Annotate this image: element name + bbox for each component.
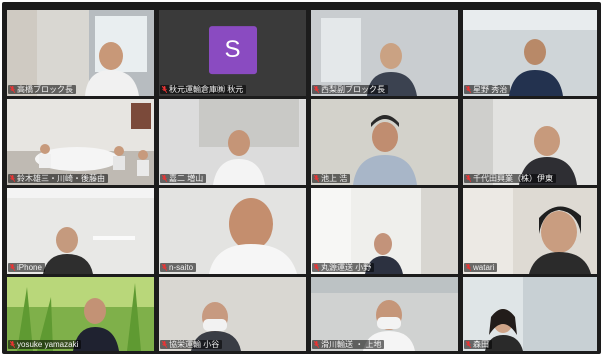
participant-video <box>7 188 154 274</box>
participant-video <box>311 10 458 96</box>
mic-muted-icon <box>162 175 167 182</box>
mic-muted-icon <box>10 175 15 182</box>
participant-tile[interactable]: 滑川輸送 ・ 上地 <box>311 277 458 351</box>
participant-name-label: 星野 秀治 <box>464 85 511 94</box>
participant-tile[interactable]: watari <box>463 188 597 274</box>
mic-muted-icon <box>314 264 319 271</box>
mic-muted-icon <box>162 264 167 271</box>
participant-name-label: watari <box>464 263 498 272</box>
participant-name: 協栄運輸 小谷 <box>169 340 220 349</box>
participant-name-label: n-saito <box>160 263 197 272</box>
participant-name: watari <box>473 263 495 272</box>
participant-video <box>463 188 597 274</box>
participant-name: 滑川輸送 ・ 上地 <box>321 340 382 349</box>
participant-name-label: 滑川輸送 ・ 上地 <box>312 340 385 349</box>
mic-muted-icon <box>10 86 15 93</box>
participant-tile[interactable]: iPhone <box>7 188 154 274</box>
participant-name-label: yosuke yamazaki <box>8 340 82 349</box>
participant-video <box>7 99 154 185</box>
participant-video <box>7 10 154 96</box>
participant-name: 森田 <box>473 340 489 349</box>
mic-muted-icon <box>10 264 15 271</box>
mic-muted-icon <box>466 341 471 348</box>
mic-muted-icon <box>162 341 167 348</box>
participant-tile[interactable]: 丸源運送 小野 <box>311 188 458 274</box>
participant-name-label: 森田 <box>464 340 492 349</box>
participant-tile[interactable]: 協栄運輸 小谷 <box>159 277 306 351</box>
participant-video <box>311 188 458 274</box>
participant-name-label: 西梨副ブロック長 <box>312 85 388 94</box>
mic-muted-icon <box>466 175 471 182</box>
participant-name: yosuke yamazaki <box>17 340 79 349</box>
mic-muted-icon <box>314 175 319 182</box>
participant-name: 嘉二 増山 <box>169 174 204 183</box>
participant-name-label: 丸源運送 小野 <box>312 263 375 272</box>
participant-tile[interactable]: 鈴木雄三・川崎・後藤由 <box>7 99 154 185</box>
participant-tile[interactable]: 千代田興業（株）伊東 <box>463 99 597 185</box>
participant-video <box>311 99 458 185</box>
participant-name: 丸源運送 小野 <box>321 263 372 272</box>
participant-tile[interactable]: yosuke yamazaki <box>7 277 154 351</box>
participant-name: 千代田興業（株）伊東 <box>473 174 553 183</box>
participant-name: 鈴木雄三・川崎・後藤由 <box>17 174 105 183</box>
video-grid: 高橋ブロック長 S 秋元運輸倉庫㈱ 秋元 西梨副ブロック長 星野 秀治 鈴木雄三… <box>2 2 601 354</box>
participant-video <box>159 99 306 185</box>
participant-name: 星野 秀治 <box>473 85 508 94</box>
participant-tile[interactable]: 嘉二 増山 <box>159 99 306 185</box>
participant-name-label: 嘉二 増山 <box>160 174 207 183</box>
mic-muted-icon <box>162 86 167 93</box>
participant-name-label: 池上 浩 <box>312 174 351 183</box>
avatar: S <box>208 26 257 75</box>
participant-video <box>159 188 306 274</box>
participant-name-label: iPhone <box>8 263 45 272</box>
participant-tile[interactable]: n-saito <box>159 188 306 274</box>
participant-video <box>463 10 597 96</box>
participant-tile[interactable]: 西梨副ブロック長 <box>311 10 458 96</box>
participant-tile[interactable]: 池上 浩 <box>311 99 458 185</box>
participant-tile[interactable]: 森田 <box>463 277 597 351</box>
participant-tile[interactable]: 高橋ブロック長 <box>7 10 154 96</box>
mic-muted-icon <box>314 341 319 348</box>
participant-video <box>463 99 597 185</box>
participant-tile[interactable]: 星野 秀治 <box>463 10 597 96</box>
participant-name-label: 秋元運輸倉庫㈱ 秋元 <box>160 85 247 94</box>
participant-name: 秋元運輸倉庫㈱ 秋元 <box>169 85 244 94</box>
mic-muted-icon <box>314 86 319 93</box>
mic-muted-icon <box>466 264 471 271</box>
participant-name-label: 協栄運輸 小谷 <box>160 340 223 349</box>
participant-name: 高橋ブロック長 <box>17 85 73 94</box>
participant-name: 西梨副ブロック長 <box>321 85 385 94</box>
mic-muted-icon <box>466 86 471 93</box>
participant-name-label: 千代田興業（株）伊東 <box>464 174 556 183</box>
participant-name-label: 鈴木雄三・川崎・後藤由 <box>8 174 108 183</box>
participant-name: iPhone <box>17 263 42 272</box>
participant-name: n-saito <box>169 263 194 272</box>
mic-muted-icon <box>10 341 15 348</box>
participant-name-label: 高橋ブロック長 <box>8 85 76 94</box>
participant-tile[interactable]: S 秋元運輸倉庫㈱ 秋元 <box>159 10 306 96</box>
participant-name: 池上 浩 <box>321 174 348 183</box>
